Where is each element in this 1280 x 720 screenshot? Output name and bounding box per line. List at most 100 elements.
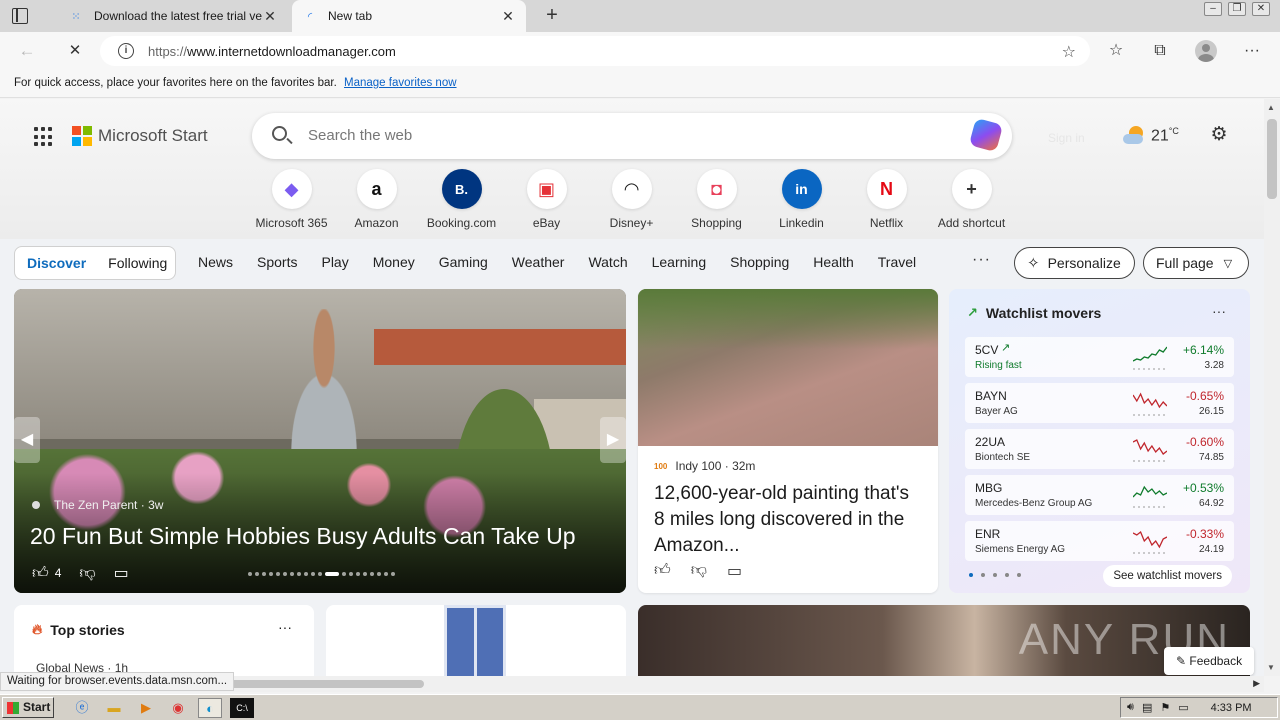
close-tab-icon[interactable]: ✕: [500, 8, 516, 25]
favorites-icon[interactable]: ☆: [1106, 41, 1126, 61]
tab-news[interactable]: News: [198, 254, 233, 270]
comment-icon[interactable]: ▭: [114, 563, 129, 583]
carousel-prev-button[interactable]: ◀: [14, 417, 40, 463]
tab-discover[interactable]: Discover: [27, 255, 86, 271]
flag-icon[interactable]: ⚑: [1160, 701, 1170, 714]
sparkline: [1133, 439, 1167, 462]
shortcut-amazon[interactable]: a Amazon: [334, 169, 419, 230]
full-page-dropdown[interactable]: Full page ▽: [1143, 247, 1249, 279]
add-favorite-icon[interactable]: ☆: [1062, 42, 1076, 62]
stock-row[interactable]: ENR Siemens Energy AG -0.33% 24.19: [965, 521, 1234, 561]
stock-name: Rising fast: [975, 360, 1022, 371]
dislike-icon[interactable]: 👎︎: [79, 564, 95, 583]
stop-button[interactable]: ✕: [64, 40, 86, 62]
article-card[interactable]: 100 Indy 100 · 32m 12,600-year-old paint…: [638, 289, 938, 593]
start-button[interactable]: Start: [2, 697, 54, 718]
tab-shopping[interactable]: Shopping: [730, 254, 789, 270]
tab-following[interactable]: Following: [108, 255, 167, 271]
feedback-button[interactable]: ✎ Feedback: [1164, 647, 1255, 675]
close-tab-icon[interactable]: ✕: [262, 8, 278, 25]
shortcut-ebay[interactable]: ▣ eBay: [504, 169, 589, 230]
close-window-button[interactable]: ✕: [1252, 2, 1270, 16]
manage-favorites-link[interactable]: Manage favorites now: [344, 77, 457, 89]
chrome-icon[interactable]: ◉: [166, 698, 190, 718]
shortcut-tiles: ◆ Microsoft 365 a Amazon B. Booking.com ▣ eBay ◠…: [249, 169, 1014, 230]
watchlist-header: ↗ Watchlist movers: [967, 305, 1101, 321]
edge-icon[interactable]: ◐: [198, 698, 222, 718]
ie-icon[interactable]: ⓔ: [70, 698, 94, 718]
network-icon[interactable]: ▤: [1142, 701, 1152, 714]
settings-menu-icon[interactable]: ···: [1242, 41, 1262, 61]
stock-row[interactable]: BAYN Bayer AG -0.65% 26.15: [965, 383, 1234, 423]
display-icon[interactable]: ▭: [1178, 701, 1188, 714]
collections-icon[interactable]: ⧉: [1150, 41, 1170, 61]
scroll-right-icon[interactable]: ▶: [1253, 678, 1260, 689]
address-bar[interactable]: i https://www.internetdownloadmanager.co…: [100, 36, 1090, 66]
hero-carousel[interactable]: ◀ ▶ The Zen Parent · 3w 20 Fun But Simpl…: [14, 289, 626, 593]
tab-money[interactable]: Money: [373, 254, 415, 270]
article-title[interactable]: 12,600-year-old painting that's 8 miles …: [654, 481, 924, 559]
shortcut-netflix[interactable]: N Netflix: [844, 169, 929, 230]
scroll-up-icon[interactable]: ▲: [1267, 103, 1275, 112]
site-info-icon[interactable]: i: [118, 43, 134, 59]
personalize-button[interactable]: ✧ Personalize: [1014, 247, 1135, 279]
tab-weather[interactable]: Weather: [512, 254, 565, 270]
shortcut-label: Booking.com: [426, 216, 497, 230]
sign-in-link[interactable]: Sign in: [1048, 131, 1085, 145]
dislike-icon[interactable]: 👎︎: [691, 561, 707, 581]
back-button[interactable]: ←: [16, 40, 38, 62]
more-categories-button[interactable]: ···: [972, 251, 991, 269]
tab-actions-icon[interactable]: [12, 8, 28, 24]
stock-symbol: ENR: [975, 527, 1001, 541]
hero-source[interactable]: The Zen Parent · 3w: [32, 498, 163, 512]
see-watchlist-movers-button[interactable]: See watchlist movers: [1103, 565, 1232, 587]
new-tab-button[interactable]: +: [540, 4, 564, 28]
video-card[interactable]: ANY RUN: [638, 605, 1250, 676]
shortcut-disney-[interactable]: ◠ Disney+: [589, 169, 674, 230]
microsoft-start-logo[interactable]: Microsoft Start: [72, 126, 208, 146]
app-launcher-icon[interactable]: [34, 127, 54, 147]
media-player-icon[interactable]: ▶: [134, 698, 158, 718]
folder-icon[interactable]: ▬: [102, 698, 126, 718]
search-input[interactable]: Search the web: [308, 127, 412, 144]
carousel-next-button[interactable]: ▶: [600, 417, 626, 463]
cmd-icon[interactable]: C:\: [230, 698, 254, 718]
product-card[interactable]: [326, 605, 626, 676]
shortcut-microsoft-365[interactable]: ◆ Microsoft 365: [249, 169, 334, 230]
web-search-box[interactable]: Search the web: [252, 113, 1012, 159]
tab-new-tab[interactable]: ◜ New tab ✕: [292, 0, 526, 32]
stock-row[interactable]: 5CV Rising fast +6.14% 3.28 ↗: [965, 337, 1234, 377]
restore-button[interactable]: ❐: [1228, 2, 1246, 16]
tab-health[interactable]: Health: [813, 254, 853, 270]
shortcut-shopping[interactable]: ◘ Shopping: [674, 169, 759, 230]
shortcut-linkedin[interactable]: in Linkedin: [759, 169, 844, 230]
tab-travel[interactable]: Travel: [878, 254, 916, 270]
shortcut-booking-com[interactable]: B. Booking.com: [419, 169, 504, 230]
tab-learning[interactable]: Learning: [652, 254, 707, 270]
scroll-down-icon[interactable]: ▼: [1267, 663, 1275, 672]
tab-watch[interactable]: Watch: [588, 254, 627, 270]
like-icon[interactable]: 👍︎: [654, 561, 671, 581]
stock-row[interactable]: 22UA Biontech SE -0.60% 74.85: [965, 429, 1234, 469]
profile-avatar[interactable]: [1195, 40, 1217, 62]
scroll-thumb[interactable]: [1267, 119, 1277, 199]
top-stories-menu-button[interactable]: ···: [278, 619, 292, 635]
tab-idm[interactable]: ⁙ Download the latest free trial ve ✕: [58, 0, 288, 32]
shortcut-label: eBay: [532, 216, 561, 230]
watchlist-menu-button[interactable]: ···: [1212, 303, 1226, 319]
shortcut-add-shortcut[interactable]: + Add shortcut: [929, 169, 1014, 230]
weather-widget[interactable]: 21°C: [1123, 124, 1179, 148]
stock-row[interactable]: MBG Mercedes-Benz Group AG +0.53% 64.92: [965, 475, 1234, 515]
copilot-icon[interactable]: [968, 117, 1004, 153]
volume-icon[interactable]: 🔊︎: [1127, 701, 1134, 714]
comment-icon[interactable]: ▭: [727, 561, 742, 581]
hero-headline[interactable]: 20 Fun But Simple Hobbies Busy Adults Ca…: [30, 523, 576, 550]
tab-play[interactable]: Play: [321, 254, 348, 270]
gear-icon[interactable]: ⚙: [1209, 125, 1229, 145]
vertical-scrollbar[interactable]: ▲ ▼: [1264, 99, 1280, 676]
minimize-button[interactable]: –: [1204, 2, 1222, 16]
tab-gaming[interactable]: Gaming: [439, 254, 488, 270]
like-icon[interactable]: 👍︎: [32, 564, 49, 583]
tab-sports[interactable]: Sports: [257, 254, 297, 270]
address-url[interactable]: https://www.internetdownloadmanager.com: [148, 44, 396, 59]
